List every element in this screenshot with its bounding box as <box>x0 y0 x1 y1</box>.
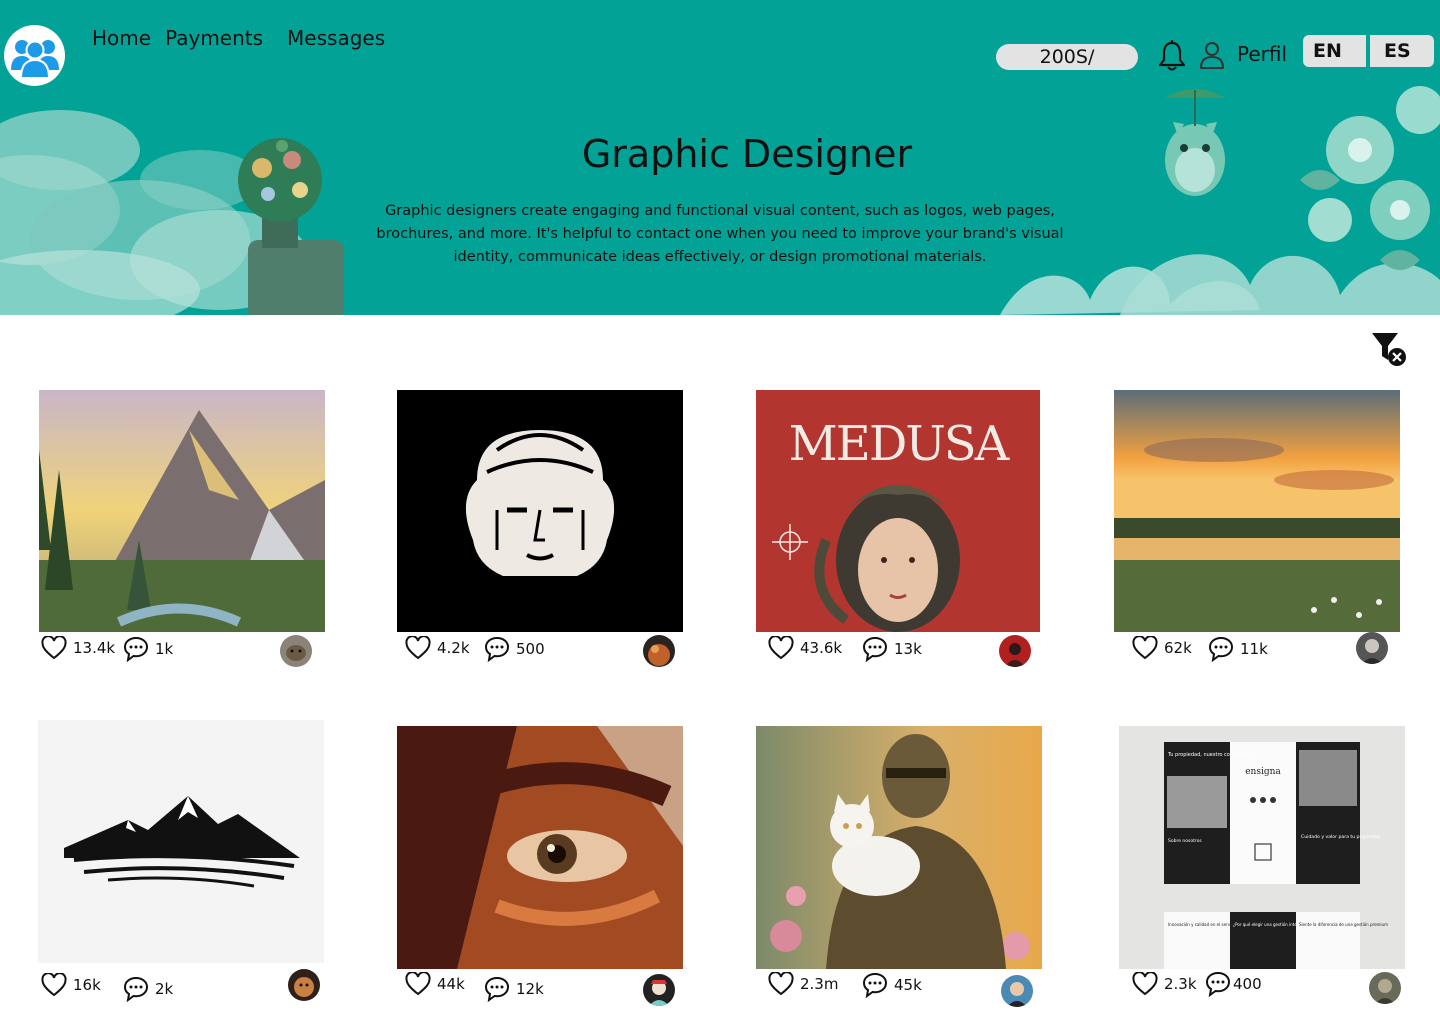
like-count: 43.6k <box>800 639 843 657</box>
sunset-painting <box>1114 390 1400 632</box>
comment-icon <box>484 976 510 1002</box>
avatar[interactable] <box>999 635 1031 667</box>
brochure-panel-c: Siente la diferencia de una gestión prem… <box>1299 922 1388 927</box>
nav-messages[interactable]: Messages <box>287 26 385 50</box>
like-stat[interactable]: 44k <box>405 972 465 996</box>
language-en-button[interactable]: EN <box>1303 35 1366 67</box>
mountain-logo <box>38 720 324 963</box>
like-count: 2.3m <box>800 975 839 993</box>
nav-payments[interactable]: Payments <box>165 26 263 50</box>
avatar[interactable] <box>280 635 312 667</box>
like-stat[interactable]: 13.4k <box>41 636 115 660</box>
comment-stat[interactable]: 12k <box>484 976 544 1002</box>
medusa-poster: MEDUSA <box>756 390 1040 632</box>
brochure-tagline: Tu propiedad, nuestro compromiso <box>1167 752 1255 758</box>
avatar[interactable] <box>1001 975 1033 1007</box>
mountain-painting <box>39 390 325 632</box>
main-nav: Home Payments Messages <box>92 26 385 50</box>
comment-stat[interactable]: 13k <box>862 636 922 662</box>
like-count: 44k <box>437 975 465 993</box>
like-count: 2.3k <box>1164 975 1197 993</box>
avatar[interactable] <box>1356 632 1388 664</box>
like-stat[interactable]: 16k <box>41 973 101 997</box>
comment-count: 500 <box>516 640 545 658</box>
post-image[interactable] <box>756 726 1042 969</box>
people-group-icon <box>10 39 59 79</box>
post-image[interactable]: Tu propiedad, nuestro compromiso ensigna… <box>1119 726 1405 969</box>
comment-count: 45k <box>894 976 922 994</box>
like-stat[interactable]: 2.3k <box>1132 972 1197 996</box>
page-description: Graphic designers create engaging and fu… <box>376 203 1064 265</box>
avatar[interactable] <box>288 969 320 1001</box>
comment-count: 12k <box>516 980 544 998</box>
comment-icon <box>123 636 149 662</box>
comment-count: 13k <box>894 640 922 658</box>
hero-banner: Home Payments Messages 200S/ Perfil EN E… <box>0 0 1440 315</box>
poster-title: MEDUSA <box>789 416 1011 472</box>
like-stat[interactable]: 62k <box>1132 636 1192 660</box>
brochure-mockup: Tu propiedad, nuestro compromiso ensigna… <box>1119 726 1405 969</box>
profile-link[interactable]: Perfil <box>1237 42 1287 66</box>
comment-stat[interactable]: 11k <box>1208 636 1268 662</box>
language-es-button[interactable]: ES <box>1370 35 1434 67</box>
like-stat[interactable]: 4.2k <box>405 636 470 660</box>
comment-icon <box>123 976 149 1002</box>
comment-icon <box>862 972 888 998</box>
medusa-logo <box>397 390 683 632</box>
comment-stat[interactable]: 45k <box>862 972 922 998</box>
comment-icon <box>484 636 510 662</box>
hero-clouds-illustration <box>0 110 344 315</box>
heart-icon <box>768 636 794 660</box>
brochure-panel-a: Innovación y calidad en el servicio <box>1168 922 1237 927</box>
hero-flowers-illustration <box>1000 86 1440 315</box>
comment-count: 1k <box>155 640 174 658</box>
like-count: 4.2k <box>437 639 470 657</box>
like-count: 16k <box>73 976 101 994</box>
comment-count: 400 <box>1233 975 1262 993</box>
nav-home[interactable]: Home <box>92 26 151 50</box>
post-image[interactable] <box>1114 390 1400 632</box>
brochure-headline: Cuidado y valor para tu propiedad <box>1301 834 1380 840</box>
heart-icon <box>768 972 794 996</box>
comment-stat[interactable]: 2k <box>123 976 173 1002</box>
user-icon[interactable] <box>1199 41 1225 69</box>
eye-painting <box>397 726 683 969</box>
post-image[interactable] <box>39 390 325 632</box>
comment-stat[interactable]: 1k <box>123 636 173 662</box>
like-stat[interactable]: 2.3m <box>768 972 838 996</box>
comment-icon <box>1208 636 1234 662</box>
comment-stat[interactable]: 500 <box>484 636 545 662</box>
comment-count: 11k <box>1240 640 1268 658</box>
balance-badge[interactable]: 200S/ <box>996 44 1138 70</box>
bell-icon[interactable] <box>1157 40 1187 72</box>
like-stat[interactable]: 43.6k <box>768 636 842 660</box>
filter-clear-icon[interactable] <box>1370 330 1408 368</box>
like-count: 62k <box>1164 639 1192 657</box>
brochure-about: Sobre nosotros <box>1168 838 1202 844</box>
avatar[interactable] <box>643 635 675 667</box>
comment-count: 2k <box>155 980 174 998</box>
post-image[interactable] <box>397 390 683 632</box>
knight-cat-painting <box>756 726 1042 969</box>
comment-icon <box>1205 971 1231 997</box>
app-logo[interactable] <box>4 25 65 86</box>
avatar[interactable] <box>1369 972 1401 1004</box>
post-image[interactable]: MEDUSA <box>756 390 1040 632</box>
comment-icon <box>862 636 888 662</box>
page-title: Graphic Designer <box>581 132 913 176</box>
brochure-brand: ensigna <box>1245 767 1281 777</box>
heart-icon <box>41 973 67 997</box>
heart-icon <box>405 972 431 996</box>
post-image[interactable] <box>397 726 683 969</box>
avatar[interactable] <box>643 974 675 1006</box>
comment-stat[interactable]: 400 <box>1205 971 1262 997</box>
heart-icon <box>1132 972 1158 996</box>
like-count: 13.4k <box>73 639 116 657</box>
heart-icon <box>41 636 67 660</box>
heart-icon <box>405 636 431 660</box>
post-image[interactable] <box>38 720 324 963</box>
heart-icon <box>1132 636 1158 660</box>
